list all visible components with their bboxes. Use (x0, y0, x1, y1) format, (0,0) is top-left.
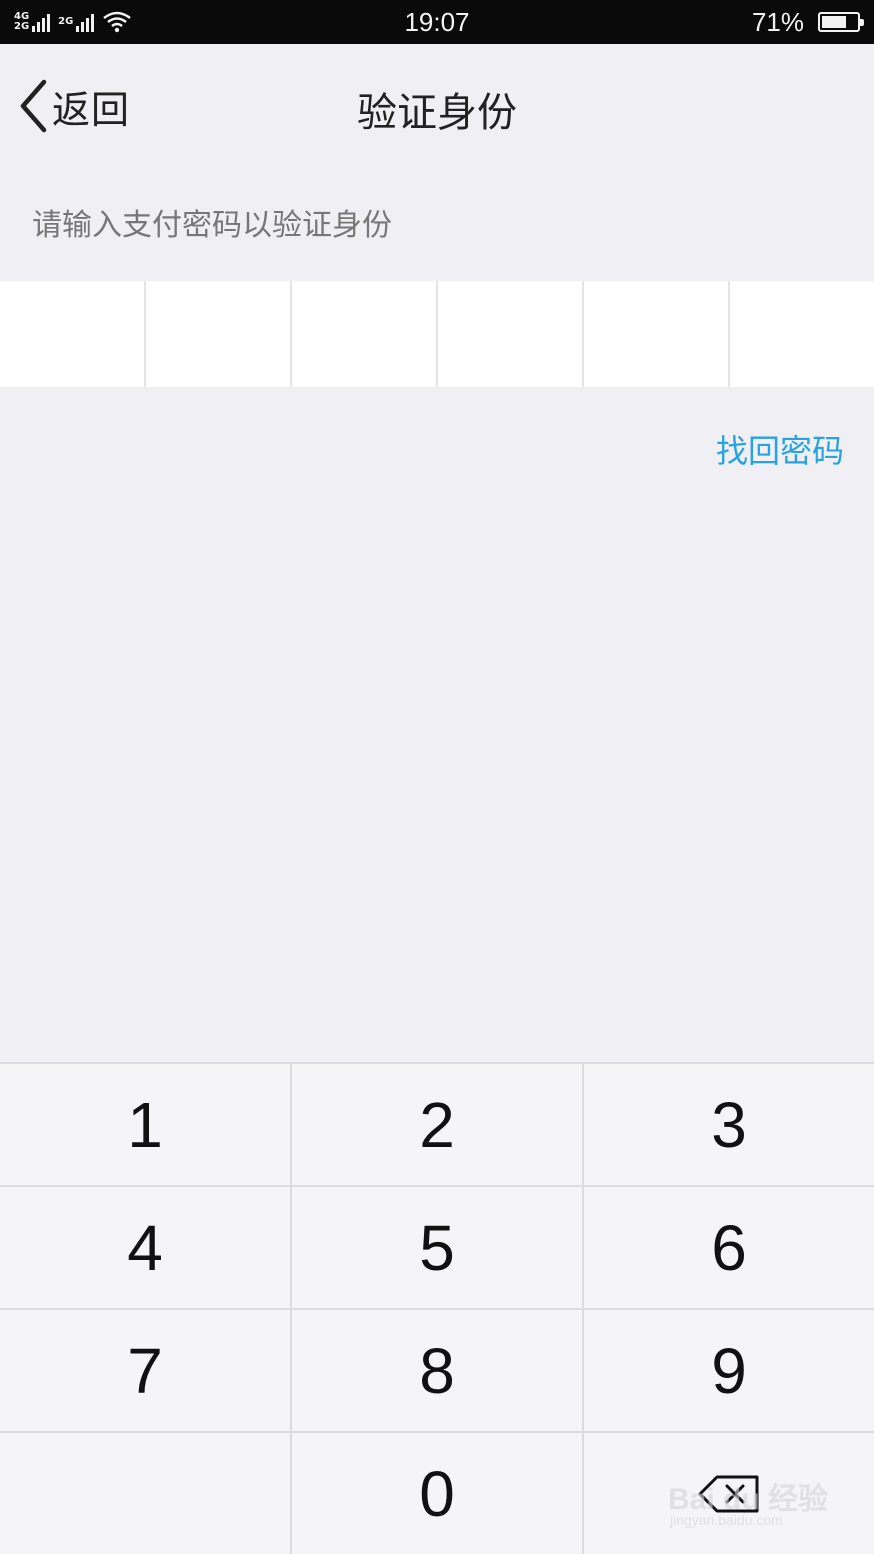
key-5[interactable]: 5 (292, 1187, 584, 1310)
password-digit-box[interactable] (292, 281, 438, 387)
password-prompt: 请输入支付密码以验证身份 (32, 208, 392, 243)
password-digit-box[interactable] (438, 281, 584, 387)
status-bar: 4G 2G 2G 19:07 71% (0, 0, 874, 44)
key-8[interactable]: 8 (292, 1310, 584, 1433)
key-4[interactable]: 4 (0, 1187, 292, 1310)
page-title: 验证身份 (357, 90, 517, 136)
password-input[interactable] (0, 281, 874, 387)
battery-percentage: 71% (751, 6, 804, 37)
password-digit-box[interactable] (146, 281, 292, 387)
password-digit-box[interactable] (0, 281, 146, 387)
forgot-password-link[interactable]: 找回密码 (716, 426, 844, 472)
status-time: 19:07 (404, 7, 470, 37)
key-0[interactable]: 0 (292, 1433, 584, 1554)
key-6[interactable]: 6 (584, 1187, 874, 1310)
key-2[interactable]: 2 (292, 1064, 584, 1187)
key-3[interactable]: 3 (584, 1064, 874, 1187)
watermark-url: jingyan.baidu.com (670, 1512, 783, 1528)
key-9[interactable]: 9 (584, 1310, 874, 1433)
key-7[interactable]: 7 (0, 1310, 292, 1433)
baidu-jingyan-watermark: Bai du 经验 jingyan.baidu.com (668, 1466, 848, 1546)
navigation-bar: 返回 验证身份 (0, 44, 874, 168)
password-digit-box[interactable] (730, 281, 874, 387)
key-1[interactable]: 1 (0, 1064, 292, 1187)
battery-status: 71% (751, 0, 864, 44)
password-digit-box[interactable] (584, 281, 730, 387)
key-blank (0, 1433, 292, 1554)
battery-icon (818, 12, 864, 32)
